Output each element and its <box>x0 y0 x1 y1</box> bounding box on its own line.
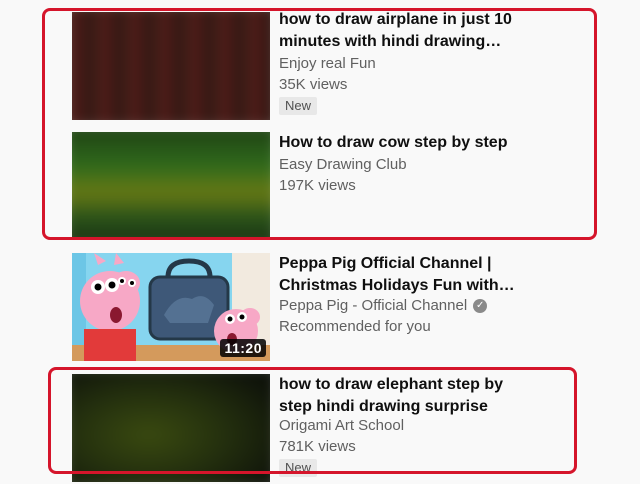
video-thumbnail[interactable]: 11:20 <box>72 253 270 361</box>
video-thumbnail[interactable] <box>72 12 270 120</box>
channel-name-text: Peppa Pig - Official Channel <box>279 297 468 314</box>
channel-name[interactable]: Peppa Pig - Official Channel ✓ <box>279 296 488 316</box>
new-badge: New <box>279 459 318 477</box>
blurred-thumbnail-image <box>72 12 270 120</box>
video-item-3[interactable]: 11:20 Peppa Pig Official Channel | Chris… <box>0 244 640 366</box>
video-item-2[interactable]: How to draw cow step by step Easy Drawin… <box>0 124 640 244</box>
recommendation-label: Recommended for you <box>279 318 431 335</box>
channel-name[interactable]: Origami Art School <box>279 416 404 436</box>
channel-name[interactable]: Easy Drawing Club <box>279 155 407 175</box>
video-title[interactable]: how to draw elephant step by step hindi … <box>279 374 524 418</box>
video-title[interactable]: Peppa Pig Official Channel | Christmas H… <box>279 253 524 297</box>
channel-name[interactable]: Enjoy real Fun <box>279 54 376 74</box>
view-count: 781K views <box>279 438 356 455</box>
video-title[interactable]: How to draw cow step by step <box>279 132 524 154</box>
video-duration: 11:20 <box>220 339 266 357</box>
video-title[interactable]: how to draw airplane in just 10 minutes … <box>279 9 524 53</box>
video-thumbnail[interactable] <box>72 374 270 482</box>
view-count: 35K views <box>279 76 348 93</box>
blurred-thumbnail-image <box>72 132 270 240</box>
blurred-thumbnail-image <box>72 374 270 482</box>
new-badge: New <box>279 97 318 115</box>
video-item-4[interactable]: how to draw elephant step by step hindi … <box>0 366 640 484</box>
view-count: 197K views <box>279 177 356 194</box>
verified-check-icon: ✓ <box>473 299 488 314</box>
video-thumbnail[interactable] <box>72 132 270 240</box>
video-item-1[interactable]: how to draw airplane in just 10 minutes … <box>0 0 640 124</box>
